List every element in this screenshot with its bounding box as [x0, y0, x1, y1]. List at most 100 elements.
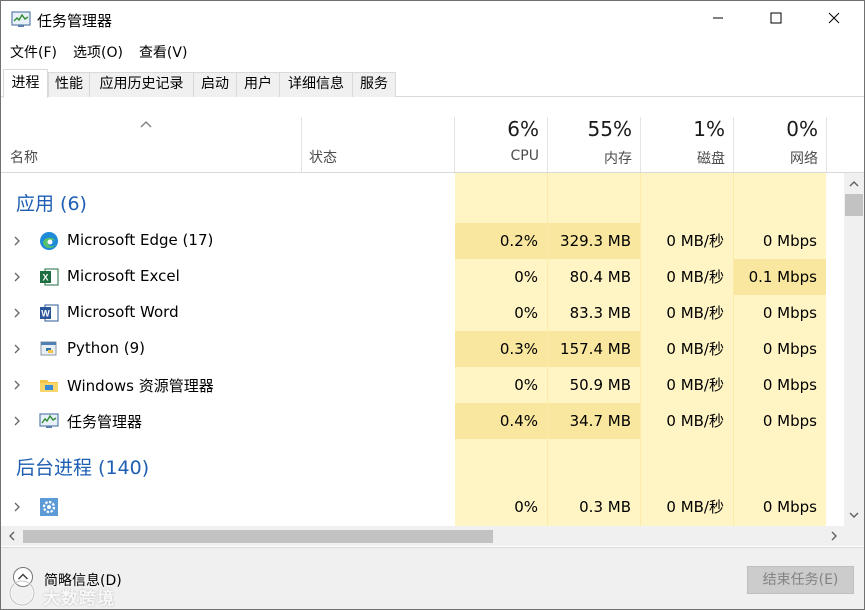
column-memory-header[interactable]: 55% 内存	[548, 117, 640, 172]
network-value: 0.1 Mbps	[734, 259, 826, 295]
cpu-label: CPU	[510, 148, 539, 164]
tab-users[interactable]: 用户	[236, 72, 280, 97]
horizontal-scroll-thumb[interactable]	[23, 530, 493, 543]
group-header-background: 后台进程 (140)	[16, 457, 150, 479]
network-total-percent: 0%	[786, 117, 818, 141]
cpu-value: 0%	[514, 376, 538, 394]
tab-app-history[interactable]: 应用历史记录	[89, 72, 194, 97]
maximize-icon	[770, 12, 782, 28]
memory-value: 83.3 MB	[569, 304, 631, 322]
network-value: 0 Mbps	[762, 498, 817, 516]
column-divider[interactable]	[826, 117, 827, 172]
process-name: 任务管理器	[67, 413, 143, 431]
scroll-left-icon[interactable]	[4, 528, 20, 544]
process-name: Microsoft Word	[67, 303, 179, 321]
word-icon: W	[39, 303, 59, 323]
scroll-up-icon[interactable]	[846, 176, 862, 192]
vertical-scroll-thumb[interactable]	[845, 194, 863, 216]
column-divider[interactable]	[301, 117, 302, 172]
window-title: 任务管理器	[37, 12, 113, 30]
task-manager-icon	[11, 11, 31, 29]
cpu-value: 0%	[514, 498, 538, 516]
watermark-text: 大数跨境	[43, 589, 115, 609]
memory-value: 329.3 MB	[548, 223, 640, 259]
tab-startup[interactable]: 启动	[193, 72, 237, 97]
task-manager-window: 任务管理器 文件(F) 选项(O) 查看(V) 进程 性能 应用历史记录 启动 …	[0, 0, 865, 610]
excel-icon: X	[39, 267, 59, 287]
column-header: 名称 状态 6% CPU 55% 内存 1% 磁盘 0% 网络	[1, 117, 864, 173]
expand-chevron-icon[interactable]	[12, 378, 22, 392]
process-row[interactable]: Windows 资源管理器 0% 50.9 MB 0 MB/秒 0 Mbps	[1, 367, 844, 403]
expand-chevron-icon[interactable]	[12, 306, 22, 320]
close-button[interactable]	[805, 1, 863, 39]
memory-value: 50.9 MB	[569, 376, 631, 394]
process-list: 应用 (6) Microsoft Edge (17) 0.2% 329.3 MB…	[1, 173, 844, 526]
sort-ascending-icon[interactable]	[139, 117, 153, 128]
python-icon	[39, 339, 59, 359]
process-row[interactable]: W Microsoft Word 0% 83.3 MB 0 MB/秒 0 Mbp…	[1, 295, 844, 331]
cpu-total-percent: 6%	[507, 117, 539, 141]
process-name: Python (9)	[67, 339, 146, 357]
process-row[interactable]: 0% 0.3 MB 0 MB/秒 0 Mbps	[1, 489, 844, 525]
scroll-corner	[844, 526, 864, 546]
tab-services[interactable]: 服务	[352, 72, 396, 97]
cpu-value: 0.4%	[455, 403, 547, 439]
maximize-button[interactable]	[747, 1, 805, 39]
column-cpu-header[interactable]: 6% CPU	[455, 117, 547, 172]
gear-icon	[39, 497, 59, 517]
column-disk-header[interactable]: 1% 磁盘	[641, 117, 733, 172]
cpu-value: 0.3%	[455, 331, 547, 367]
menu-bar: 文件(F) 选项(O) 查看(V)	[1, 41, 195, 65]
scroll-right-icon[interactable]	[826, 528, 842, 544]
title-bar[interactable]: 任务管理器	[1, 1, 864, 39]
network-value: 0 Mbps	[762, 376, 817, 394]
expand-chevron-icon[interactable]	[12, 414, 22, 428]
expand-chevron-icon[interactable]	[12, 500, 22, 514]
disk-value: 0 MB/秒	[666, 498, 724, 516]
network-value: 0 Mbps	[762, 412, 817, 430]
svg-text:W: W	[41, 309, 50, 319]
end-task-button[interactable]: 结束任务(E)	[747, 566, 854, 594]
watermark: 大数跨境	[1, 576, 141, 609]
disk-label: 磁盘	[697, 151, 725, 167]
process-row[interactable]: X Microsoft Excel 0% 80.4 MB 0 MB/秒 0.1 …	[1, 259, 844, 295]
cpu-value: 0%	[514, 304, 538, 322]
network-label: 网络	[790, 151, 818, 167]
explorer-folder-icon	[39, 375, 59, 395]
column-network-header[interactable]: 0% 网络	[734, 117, 826, 172]
disk-value: 0 MB/秒	[666, 268, 724, 286]
disk-value: 0 MB/秒	[666, 340, 724, 358]
process-row[interactable]: Python (9) 0.3% 157.4 MB 0 MB/秒 0 Mbps	[1, 331, 844, 367]
process-name: Microsoft Edge (17)	[67, 231, 214, 249]
tab-performance[interactable]: 性能	[48, 72, 90, 97]
process-row[interactable]: 任务管理器 0.4% 34.7 MB 0 MB/秒 0 Mbps	[1, 403, 844, 439]
process-name: Windows 资源管理器	[67, 377, 214, 395]
edge-icon	[39, 231, 59, 251]
network-value: 0 Mbps	[762, 304, 817, 322]
menu-view[interactable]: 查看(V)	[131, 41, 196, 65]
disk-value: 0 MB/秒	[666, 412, 724, 430]
memory-value: 34.7 MB	[548, 403, 640, 439]
menu-options[interactable]: 选项(O)	[65, 41, 131, 65]
scroll-down-icon[interactable]	[846, 507, 862, 523]
watermark-logo-icon	[8, 579, 36, 607]
network-value: 0 Mbps	[762, 232, 817, 250]
expand-chevron-icon[interactable]	[12, 270, 22, 284]
memory-value: 80.4 MB	[569, 268, 631, 286]
vertical-scrollbar[interactable]	[844, 173, 864, 526]
tab-processes[interactable]: 进程	[3, 69, 48, 98]
memory-value: 157.4 MB	[548, 331, 640, 367]
memory-value: 0.3 MB	[579, 498, 631, 516]
process-row[interactable]: Microsoft Edge (17) 0.2% 329.3 MB 0 MB/秒…	[1, 223, 844, 259]
column-name-header[interactable]: 名称	[10, 147, 38, 167]
memory-total-percent: 55%	[587, 117, 632, 141]
expand-chevron-icon[interactable]	[12, 234, 22, 248]
minimize-icon	[712, 12, 724, 28]
expand-chevron-icon[interactable]	[12, 342, 22, 356]
minimize-button[interactable]	[689, 1, 747, 39]
tab-details[interactable]: 详细信息	[279, 72, 353, 97]
cpu-value: 0.2%	[455, 223, 547, 259]
disk-total-percent: 1%	[693, 117, 725, 141]
column-status-header[interactable]: 状态	[309, 147, 337, 167]
menu-file[interactable]: 文件(F)	[1, 41, 65, 65]
